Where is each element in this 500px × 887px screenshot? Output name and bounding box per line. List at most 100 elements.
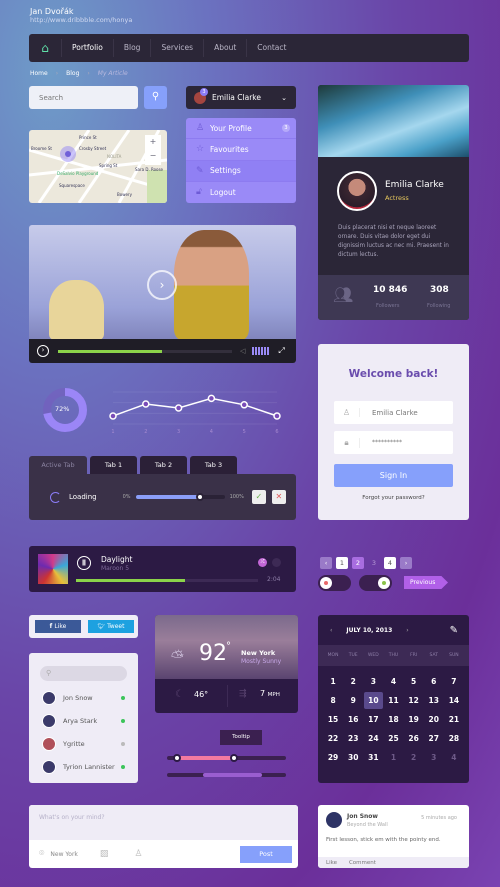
range-handle-high[interactable] [229,753,238,762]
calendar-day[interactable]: 4 [444,753,463,762]
prev-month-icon[interactable]: ‹ [330,627,332,634]
location-icon[interactable]: ⌾ [39,849,44,859]
password-field[interactable]: 🔒︎ ********** [334,431,453,454]
tweet-button[interactable]: 🐦︎ Tweet [88,620,134,633]
video-progress[interactable] [58,349,232,353]
calendar-day[interactable]: 1 [324,677,343,686]
page-2[interactable]: 2 [352,557,364,569]
calendar-day[interactable]: 12 [404,696,423,705]
volume-bar[interactable] [261,347,264,355]
home-icon[interactable]: ⌂ [29,41,61,55]
calendar-day[interactable]: 8 [324,696,343,705]
post-location[interactable]: New York [50,851,77,858]
post-button[interactable]: Post [240,845,292,863]
calendar-day[interactable]: 26 [404,734,423,743]
calendar-day[interactable]: 19 [404,715,423,724]
image-icon[interactable]: ▨ [100,849,109,859]
contacts-search[interactable]: ⚲ [40,666,127,681]
facebook-like-button[interactable]: f Like [35,620,81,633]
page-1[interactable]: 1 [336,557,348,569]
contact-item[interactable]: Arya Stark [29,710,138,731]
calendar-day[interactable]: 2 [344,677,363,686]
previous-button[interactable]: Previous [404,576,448,589]
calendar-day[interactable]: 31 [364,753,383,762]
calendar-day[interactable]: 28 [444,734,463,743]
calendar-day[interactable]: 4 [384,677,403,686]
breadcrumb-home[interactable]: Home [30,70,48,77]
zoom-in-button[interactable]: + [145,135,161,149]
fullscreen-icon[interactable]: ⤢ [278,346,284,356]
calendar-day[interactable]: 2 [404,753,423,762]
sign-in-button[interactable]: Sign In [334,464,453,487]
nav-contact[interactable]: Contact [246,39,296,57]
tab-1[interactable]: Tab 1 [90,456,137,474]
calendar-day[interactable]: 17 [364,715,383,724]
calendar-day[interactable]: 10 [363,692,383,709]
volume-bar[interactable] [258,347,261,355]
calendar-day[interactable]: 16 [344,715,363,724]
tab-active[interactable]: Active Tab [29,456,87,474]
range-slider-2[interactable] [167,773,286,777]
volume-bar[interactable] [252,347,255,355]
calendar-day[interactable]: 23 [344,734,363,743]
calendar-day[interactable]: 3 [424,753,443,762]
contact-item[interactable]: Tyrion Lannister [29,756,138,777]
next-month-icon[interactable]: › [406,627,408,634]
menu-settings[interactable]: ✎ Settings [186,160,296,182]
tab-3[interactable]: Tab 3 [190,456,237,474]
play-overlay-icon[interactable]: › [147,270,177,300]
calendar-day[interactable]: 15 [324,715,343,724]
video-player[interactable]: › › ◁ ⤢ [29,225,296,363]
map[interactable]: Prince St Crosby Street NOLITA Spring St… [29,130,167,203]
contact-item[interactable]: Jon Snow [29,687,138,708]
user-dropdown[interactable]: 3 Emilia Clarke ⌄ [186,86,296,109]
menu-your-profile[interactable]: ♙ Your Profile 3 [186,118,296,140]
calendar-day[interactable]: 14 [444,696,463,705]
range-handle-low[interactable] [172,753,181,762]
calendar-day[interactable]: 22 [324,734,343,743]
slider-handle[interactable] [195,492,204,501]
volume-bar[interactable] [264,347,267,355]
nav-portfolio[interactable]: Portfolio [61,39,113,57]
tab-2[interactable]: Tab 2 [140,456,187,474]
zoom-out-button[interactable]: − [145,149,161,163]
search-button[interactable]: ⚲ [144,86,167,109]
calendar-day[interactable]: 30 [344,753,363,762]
prev-page-button[interactable]: ‹ [320,557,332,569]
range-slider[interactable] [167,753,286,762]
comment-like[interactable]: Like [326,860,337,866]
location-marker[interactable] [60,146,76,162]
username-field[interactable]: ♙ Emilia Clarke [334,401,453,424]
pause-button[interactable]: ǁ [77,556,91,570]
toggle-off[interactable] [318,575,351,591]
calendar-day[interactable]: 6 [424,677,443,686]
menu-logout[interactable]: 🔓︎ Logout [186,182,296,203]
calendar-day[interactable]: 20 [424,715,443,724]
calendar-day[interactable]: 18 [384,715,403,724]
calendar-day[interactable]: 9 [344,696,363,705]
calendar-day[interactable]: 11 [384,696,403,705]
calendar-day[interactable]: 5 [404,677,423,686]
nav-services[interactable]: Services [150,39,203,57]
menu-favourites[interactable]: ☆ Favourites [186,139,296,161]
nav-about[interactable]: About [203,39,246,57]
comment-author[interactable]: Jon Snow [347,813,378,820]
cancel-button[interactable]: ✕ [271,490,286,504]
nav-blog[interactable]: Blog [112,39,151,57]
calendar-day[interactable]: 1 [384,753,403,762]
toggle-on[interactable] [359,575,392,591]
calendar-day[interactable]: 21 [444,715,463,724]
page-3[interactable]: 3 [368,557,380,569]
comment-reply[interactable]: Comment [349,860,376,866]
loading-slider[interactable] [135,492,225,501]
volume-bar[interactable] [267,347,270,355]
calendar-day[interactable]: 3 [364,677,383,686]
edit-icon[interactable]: ✎ [450,625,458,636]
play-icon[interactable]: › [37,345,49,357]
volume-icon[interactable]: ◁ [240,347,245,355]
next-page-button[interactable]: › [400,557,412,569]
repeat-icon[interactable] [272,558,281,567]
calendar-day[interactable]: 7 [444,677,463,686]
calendar-day[interactable]: 24 [364,734,383,743]
post-input[interactable]: What's on your mind? [29,805,298,840]
